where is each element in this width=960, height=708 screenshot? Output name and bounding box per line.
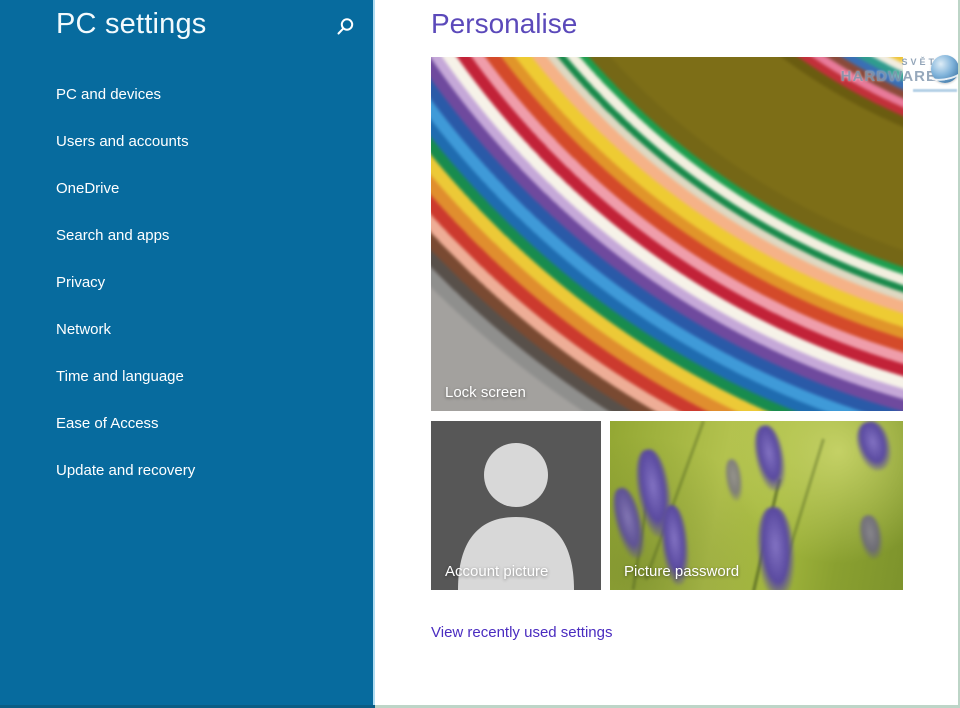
- sidebar-item-update-and-recovery[interactable]: Update and recovery: [0, 447, 371, 494]
- watermark-line1: SVĚT: [841, 58, 937, 67]
- watermark-text: SVĚT HARDWARE: [841, 58, 937, 84]
- lock-screen-image: [431, 57, 903, 411]
- app-title: PC settings: [56, 8, 207, 41]
- search-icon: [333, 15, 357, 39]
- globe-icon: [931, 55, 959, 83]
- lock-screen-label: Lock screen: [445, 384, 526, 401]
- sidebar-item-pc-and-devices[interactable]: PC and devices: [0, 71, 371, 118]
- lavender-flower: [856, 513, 885, 560]
- account-picture-tile[interactable]: Account picture: [431, 421, 601, 590]
- watermark: SVĚT HARDWARE: [849, 55, 959, 103]
- lavender-flower: [755, 506, 797, 590]
- sidebar-item-ease-of-access[interactable]: Ease of Access: [0, 400, 371, 447]
- lock-screen-tile[interactable]: Lock screen: [431, 57, 903, 411]
- view-recently-used-settings-link[interactable]: View recently used settings: [431, 624, 613, 641]
- watermark-tagline: [913, 89, 957, 92]
- sidebar-item-privacy[interactable]: Privacy: [0, 259, 371, 306]
- picture-password-tile[interactable]: Picture password: [610, 421, 903, 590]
- lavender-flower: [852, 421, 897, 474]
- sidebar-item-users-and-accounts[interactable]: Users and accounts: [0, 118, 371, 165]
- sidebar-item-network[interactable]: Network: [0, 306, 371, 353]
- watermark-line2: HARDWARE: [841, 69, 937, 84]
- picture-password-label: Picture password: [624, 563, 739, 580]
- sidebar-item-onedrive[interactable]: OneDrive: [0, 165, 371, 212]
- account-picture-label: Account picture: [445, 563, 548, 580]
- page-title: Personalise: [431, 8, 577, 40]
- sidebar-item-time-and-language[interactable]: Time and language: [0, 353, 371, 400]
- search-button[interactable]: [333, 14, 359, 40]
- lavender-flower: [723, 458, 745, 502]
- content-area: Personalise Lock screen Account picture: [377, 0, 960, 708]
- sidebar-item-search-and-apps[interactable]: Search and apps: [0, 212, 371, 259]
- sidebar: PC settings PC and devices Users and acc…: [0, 0, 375, 708]
- lavender-flower: [750, 423, 790, 493]
